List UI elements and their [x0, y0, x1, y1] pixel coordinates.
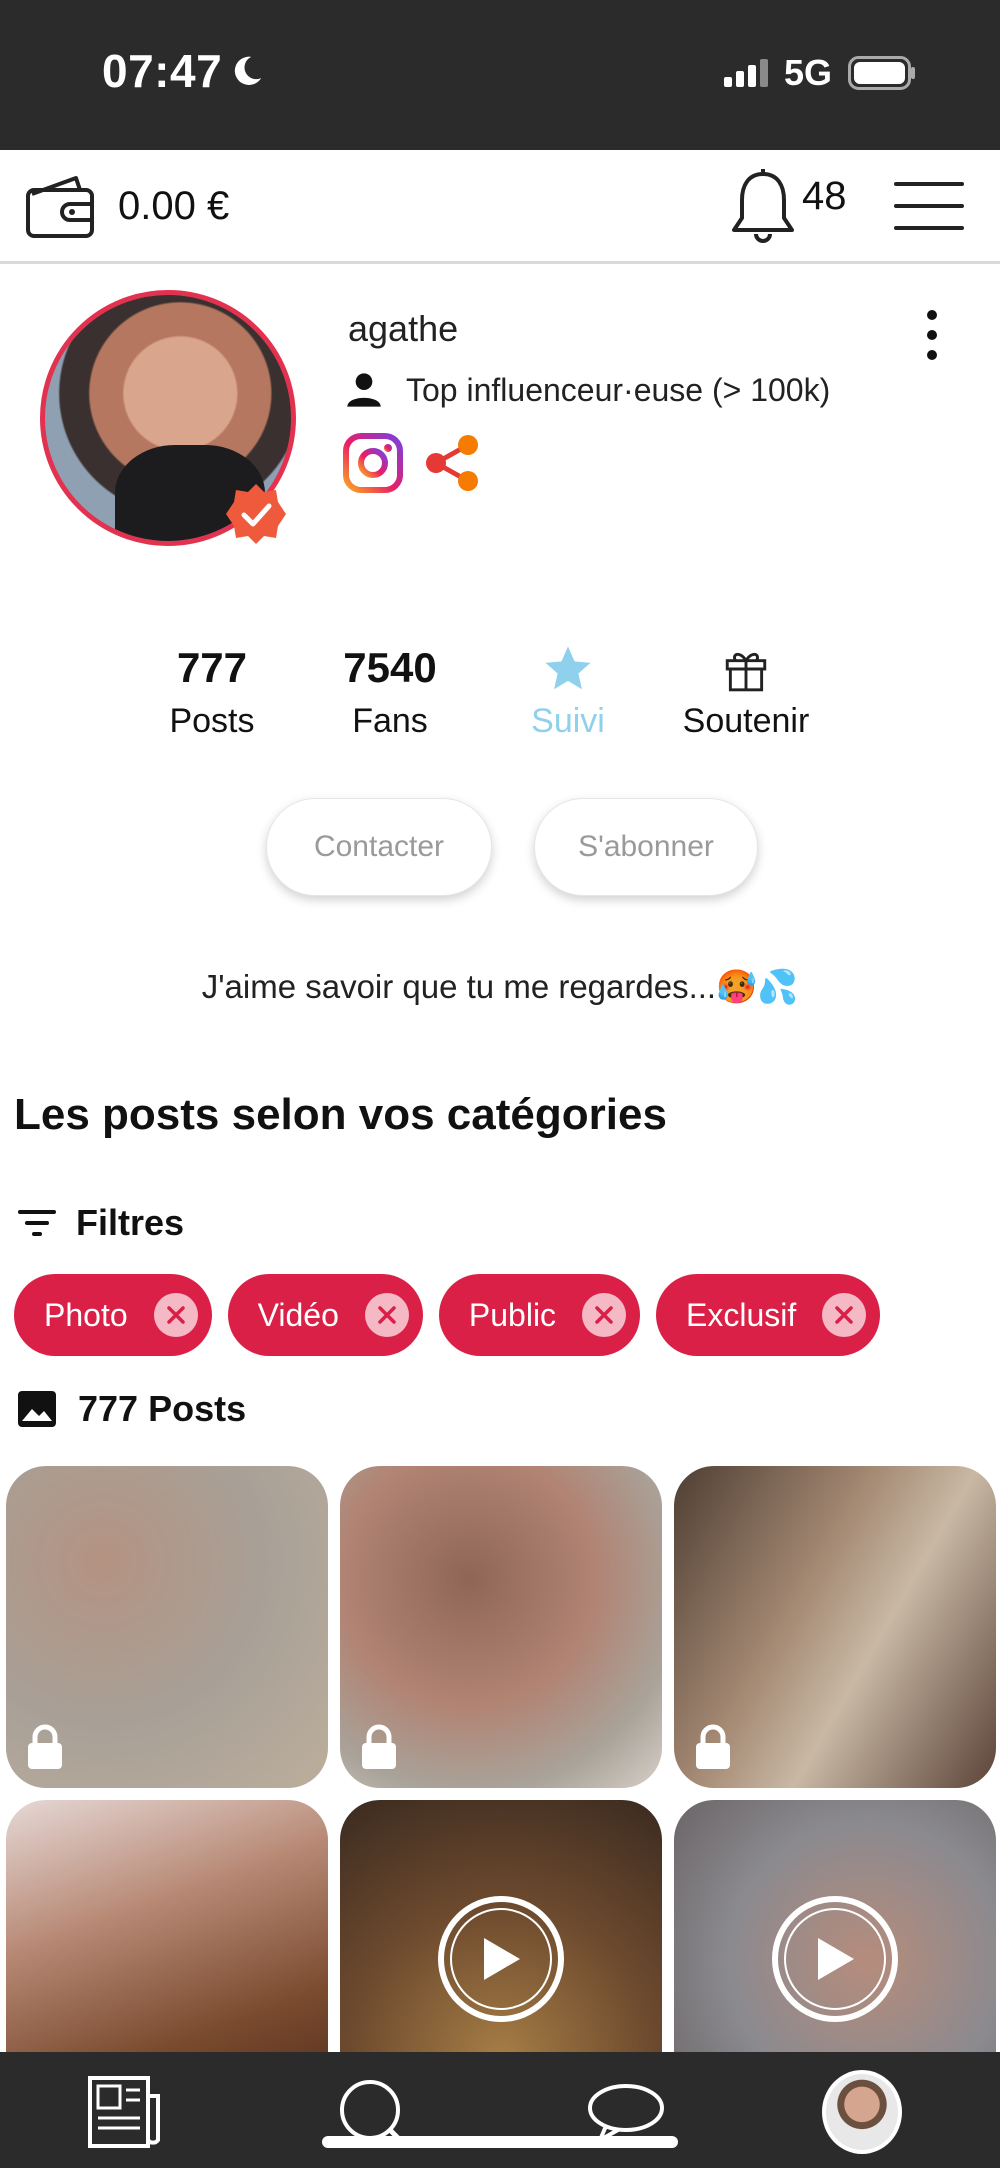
posts-count: 777 Posts: [16, 1388, 246, 1430]
followed-label: Suivi: [531, 702, 605, 740]
filter-chips: Photo Vidéo Public Exclusif: [14, 1274, 881, 1356]
star-icon: [545, 646, 591, 690]
play-icon[interactable]: [438, 1896, 564, 2022]
time-text: 07:47: [102, 45, 223, 97]
remove-chip-icon[interactable]: [582, 1293, 627, 1337]
stat-fans[interactable]: 7540 Fans: [310, 640, 470, 741]
chip-label: Vidéo: [257, 1296, 339, 1333]
contact-button[interactable]: Contacter: [266, 798, 492, 896]
nav-feed[interactable]: [84, 2074, 164, 2150]
person-icon: [347, 373, 381, 407]
subscribe-button[interactable]: S'abonner: [534, 798, 758, 896]
chip-public[interactable]: Public: [438, 1274, 641, 1356]
status-bar: 07:47 5G: [0, 0, 1000, 150]
remove-chip-icon[interactable]: [364, 1293, 409, 1337]
more-options-icon[interactable]: [922, 310, 942, 360]
filters-label: Filtres: [76, 1202, 185, 1243]
image-icon: [18, 1391, 56, 1427]
posts-count-label: 777 Posts: [78, 1388, 247, 1429]
gift-icon: [725, 652, 767, 692]
post-tile[interactable]: [340, 1466, 662, 1788]
chip-label: Public: [468, 1296, 557, 1333]
play-icon[interactable]: [772, 1896, 898, 2022]
chip-exclusive[interactable]: Exclusif: [656, 1274, 881, 1356]
remove-chip-icon[interactable]: [153, 1293, 198, 1337]
notifications-button[interactable]: 48: [728, 168, 847, 248]
nav-profile[interactable]: [822, 2070, 902, 2154]
section-title: Les posts selon vos catégories: [14, 1090, 667, 1139]
share-icon[interactable]: [422, 432, 484, 494]
wallet-icon: [26, 176, 94, 238]
remove-chip-icon[interactable]: [822, 1293, 867, 1337]
lock-icon: [696, 1724, 730, 1769]
profile-role: Top influenceur·euse (> 100k): [344, 370, 830, 410]
network-label: 5G: [783, 52, 832, 93]
chip-label: Exclusif: [686, 1296, 797, 1333]
support-label: Soutenir: [682, 702, 810, 740]
filters-button[interactable]: Filtres: [16, 1202, 184, 1244]
filter-icon: [18, 1210, 56, 1236]
hamburger-menu-icon[interactable]: [894, 182, 964, 230]
stat-posts[interactable]: 777 Posts: [132, 640, 292, 741]
top-header: 0.00 € 48: [0, 150, 1000, 264]
bell-icon: [732, 169, 794, 243]
profile-stats: 777 Posts 7540 Fans Suivi Soutenir: [150, 640, 850, 750]
follow-toggle[interactable]: Suivi: [488, 640, 648, 741]
chat-bubble-icon: [588, 2084, 664, 2142]
moon-icon: [234, 56, 262, 85]
lock-icon: [28, 1724, 62, 1769]
chip-label: Photo: [44, 1296, 128, 1333]
notification-count: 48: [802, 174, 847, 218]
post-tile[interactable]: [6, 1466, 328, 1788]
signal-icon: [723, 59, 768, 87]
status-indicators: 5G: [723, 52, 916, 94]
lock-icon: [362, 1724, 396, 1769]
wallet-balance: 0.00 €: [118, 183, 230, 228]
newspaper-icon: [88, 2076, 160, 2148]
fans-count-value: 7540: [343, 644, 437, 691]
chip-photo[interactable]: Photo: [14, 1274, 212, 1356]
support-button[interactable]: Soutenir: [666, 640, 826, 741]
social-links: [342, 432, 484, 494]
user-avatar: [822, 2070, 902, 2154]
profile-avatar[interactable]: [40, 290, 296, 546]
posts-label: Posts: [169, 702, 255, 740]
verified-badge-icon: [226, 484, 286, 544]
role-label: Top influenceur·euse (> 100k): [406, 371, 831, 408]
home-indicator: [322, 2136, 678, 2148]
fans-label: Fans: [352, 702, 428, 740]
battery-icon: [848, 56, 915, 90]
profile-username: agathe: [348, 308, 459, 349]
instagram-icon[interactable]: [342, 432, 404, 494]
profile-bio: J'aime savoir que tu me regardes...🥵💦: [201, 968, 799, 1005]
wallet[interactable]: 0.00 €: [24, 172, 229, 240]
status-time: 07:47: [102, 44, 264, 98]
post-tile[interactable]: [674, 1466, 996, 1788]
chip-video[interactable]: Vidéo: [227, 1274, 423, 1356]
bottom-nav: [0, 2052, 1000, 2168]
posts-count-value: 777: [176, 644, 248, 691]
